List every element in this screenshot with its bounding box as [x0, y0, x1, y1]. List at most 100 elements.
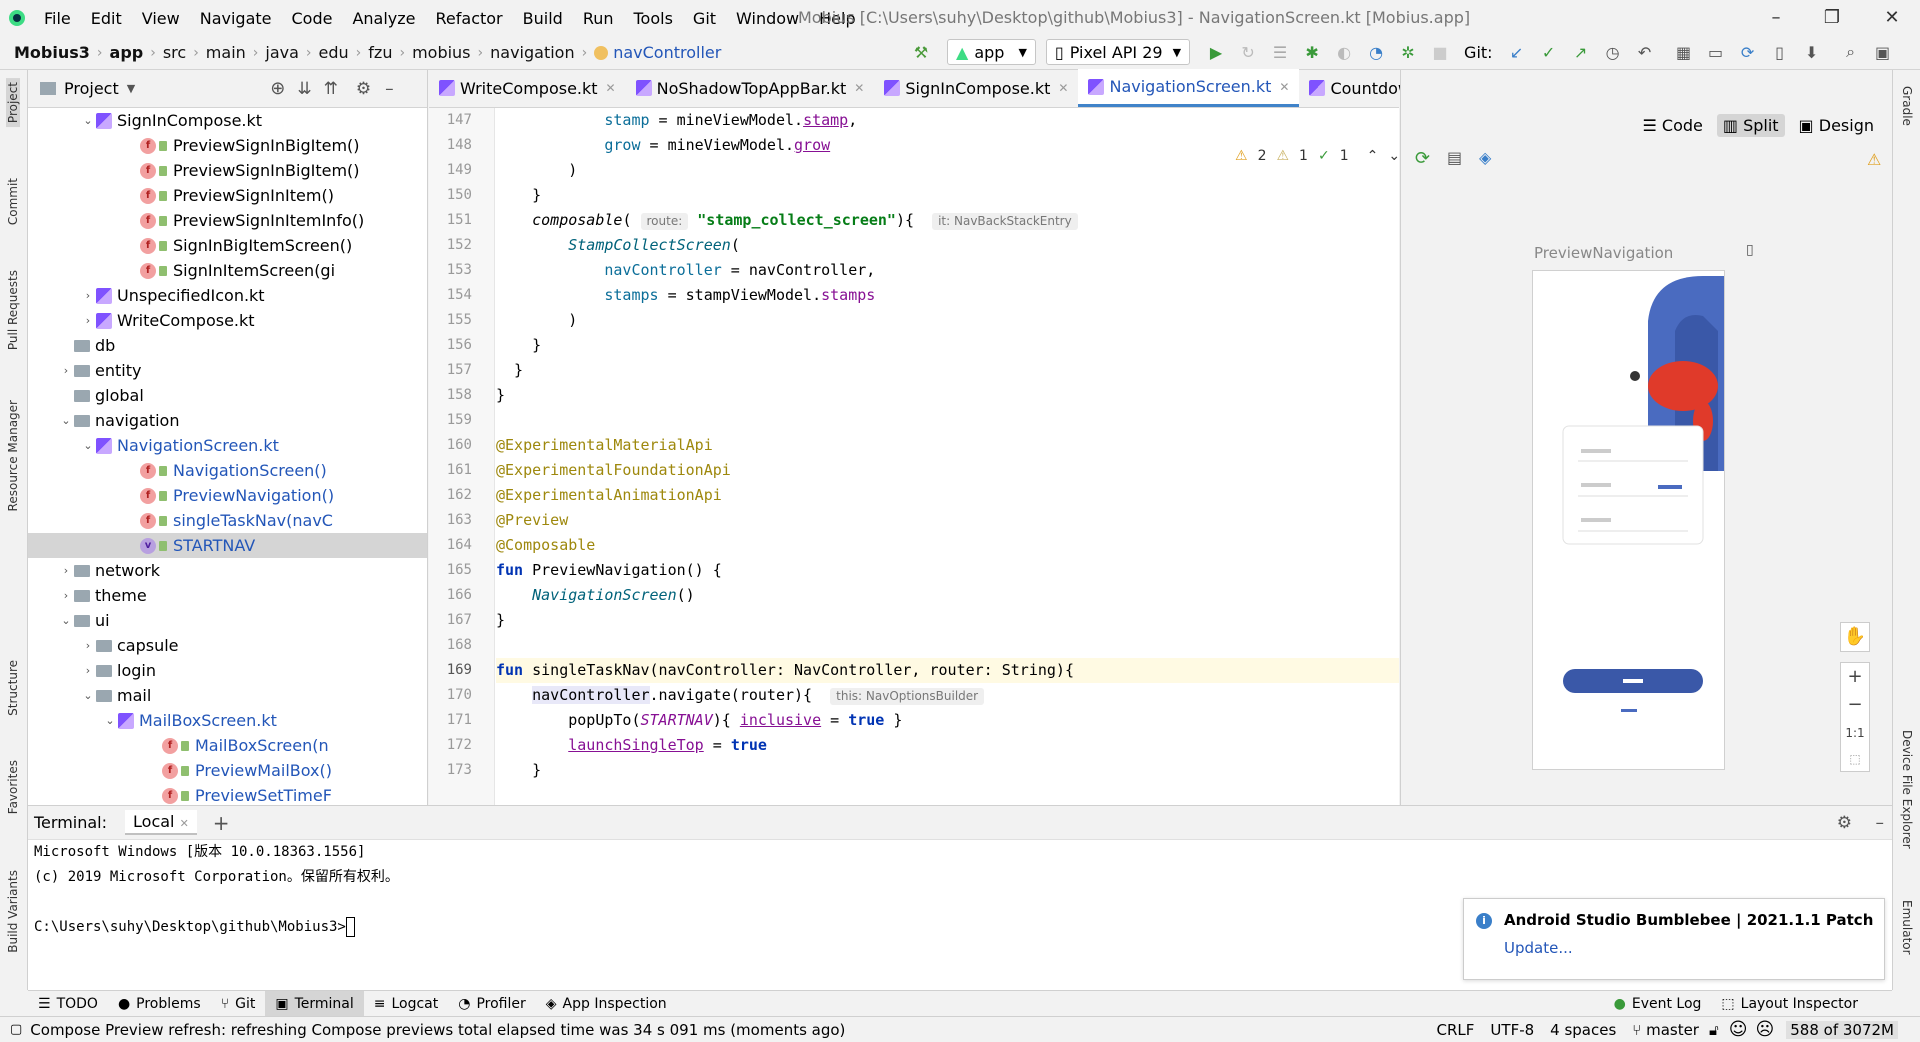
chevron-down-icon[interactable]: ⌄ [80, 439, 96, 452]
strip-favorites[interactable]: Favorites [6, 760, 20, 814]
chevron-right-icon[interactable]: › [58, 364, 74, 377]
chevron-down-icon[interactable]: ⌄ [1388, 148, 1400, 164]
tree-item[interactable]: › login [28, 658, 427, 683]
hammer-icon[interactable]: ⚒ [910, 43, 932, 62]
editor-tab[interactable]: WriteCompose.kt ✕ [429, 69, 626, 107]
chevron-down-icon[interactable]: ⌄ [80, 689, 96, 702]
chevron-right-icon[interactable]: › [58, 564, 74, 577]
tool-logcat[interactable]: ≡ Logcat [364, 991, 449, 1017]
memory-indicator[interactable]: 588 of 3072M [1786, 1020, 1898, 1039]
editor-tab[interactable]: NoShadowTopAppBar.kt ✕ [626, 69, 875, 107]
new-tab-icon[interactable]: + [213, 811, 230, 835]
attach-debugger-icon[interactable]: ✲ [1397, 43, 1419, 62]
strip-project[interactable]: Project [6, 78, 20, 128]
tree-item[interactable]: f PreviewSignInItemInfo() [28, 208, 427, 233]
tree-item[interactable]: › capsule [28, 633, 427, 658]
strip-device-file-explorer[interactable]: Device File Explorer [1900, 730, 1914, 849]
device-manager-icon[interactable]: ▯ [1769, 43, 1791, 62]
device-select[interactable]: ▯ Pixel API 29 ▼ [1045, 39, 1191, 65]
run-icon[interactable]: ▶ [1205, 43, 1227, 62]
pan-icon[interactable]: ✋ [1840, 622, 1870, 652]
menu-code[interactable]: Code [282, 9, 343, 28]
chevron-right-icon[interactable]: › [80, 314, 96, 327]
tool-profiler[interactable]: ◔ Profiler [448, 991, 536, 1017]
tree-item[interactable]: f SignInBigItemScreen() [28, 233, 427, 258]
view-mode-code[interactable]: ☰ Code [1636, 114, 1708, 137]
debug-icon[interactable]: ✱ [1301, 43, 1323, 62]
breadcrumb-item[interactable]: mobius [412, 43, 470, 62]
tree-item[interactable]: ⌄ SignInCompose.kt [28, 108, 427, 133]
update-link[interactable]: Update... [1504, 939, 1573, 957]
rollback-icon[interactable]: ↶ [1634, 43, 1656, 62]
tool-layout-inspector[interactable]: ⬚ Layout Inspector [1711, 991, 1868, 1017]
chevron-right-icon[interactable]: › [80, 289, 96, 302]
breadcrumb-item[interactable]: Mobius3 [14, 43, 90, 62]
strip-commit[interactable]: Commit [6, 178, 20, 225]
close-icon[interactable]: ✕ [1058, 81, 1068, 95]
expand-all-icon[interactable]: ⇊ [297, 79, 311, 99]
refresh-icon[interactable]: ⟳ [1415, 148, 1430, 169]
tree-item[interactable]: ⌄ ui [28, 608, 427, 633]
warning-icon[interactable]: ⚠ [1867, 150, 1881, 169]
breadcrumb-item[interactable]: fzu [368, 43, 392, 62]
menu-edit[interactable]: Edit [81, 9, 132, 28]
breadcrumb-item[interactable]: main [206, 43, 246, 62]
chevron-down-icon[interactable]: ▼ [127, 82, 135, 95]
tree-item[interactable]: f PreviewSignInBigItem() [28, 133, 427, 158]
close-icon[interactable]: ✕ [606, 81, 616, 95]
tree-item[interactable]: f NavigationScreen() [28, 458, 427, 483]
stop-icon[interactable]: ■ [1429, 43, 1451, 62]
tool-git[interactable]: ⑂ Git [211, 991, 266, 1017]
git-update-icon[interactable]: ↙ [1506, 43, 1528, 62]
layers-icon[interactable]: ◈ [1479, 148, 1491, 167]
minimize-icon[interactable]: – [1764, 6, 1788, 30]
avd-manager-icon[interactable]: ▭ [1705, 43, 1727, 62]
tree-item[interactable]: ⌄ NavigationScreen.kt [28, 433, 427, 458]
strip-resource-manager[interactable]: Resource Manager [6, 400, 20, 511]
code-area[interactable]: stamp = mineViewModel.stamp, grow = mine… [496, 108, 1399, 805]
inspection-widget[interactable]: ⚠ 2 ⚠ 1 ✓ 1 ⌃ ⌄ [1235, 148, 1400, 164]
breadcrumb-item[interactable]: edu [319, 43, 349, 62]
tree-item[interactable]: f PreviewMailBox() [28, 758, 427, 783]
file-encoding[interactable]: UTF-8 [1490, 1021, 1534, 1039]
strip-build-variants[interactable]: Build Variants [6, 870, 20, 953]
chevron-up-icon[interactable]: ⌃ [1367, 148, 1379, 164]
zoom-out-button[interactable]: − [1841, 691, 1869, 719]
chevron-down-icon[interactable]: ⌄ [58, 614, 74, 627]
chevron-right-icon[interactable]: › [80, 664, 96, 677]
terminal-tab-local[interactable]: Local ✕ [125, 810, 197, 835]
tree-item[interactable]: › network [28, 558, 427, 583]
project-structure-icon[interactable]: ▦ [1673, 43, 1695, 62]
zoom-in-button[interactable]: + [1841, 663, 1869, 691]
settings-icon[interactable]: ▣ [1872, 43, 1894, 62]
smile-icon[interactable]: ☺ [1729, 1019, 1748, 1040]
git-branch[interactable]: ⑂ master [1632, 1021, 1699, 1039]
tool-terminal[interactable]: ▣ Terminal [265, 990, 364, 1017]
menu-analyze[interactable]: Analyze [342, 9, 425, 28]
project-view-select[interactable]: Project [64, 79, 119, 98]
coverage-icon[interactable]: ◐ [1333, 43, 1355, 62]
search-icon[interactable]: ⌕ [1840, 42, 1862, 62]
close-icon[interactable]: ✕ [854, 81, 864, 95]
tree-item[interactable]: f PreviewSetTimeF [28, 783, 427, 805]
status-toggle-icon[interactable]: ▢ [10, 1022, 22, 1037]
chevron-right-icon[interactable]: › [58, 589, 74, 602]
tree-item[interactable]: f singleTaskNav(navC [28, 508, 427, 533]
line-separator[interactable]: CRLF [1437, 1021, 1475, 1039]
frown-icon[interactable]: ☹ [1755, 1019, 1774, 1040]
tree-item[interactable]: global [28, 383, 427, 408]
chevron-down-icon[interactable]: ⌄ [80, 114, 96, 127]
gear-icon[interactable]: ⚙ [1837, 813, 1852, 833]
zoom-fit-icon[interactable]: ⬚ [1841, 747, 1869, 771]
menu-build[interactable]: Build [513, 9, 573, 28]
chevron-right-icon[interactable]: › [80, 639, 96, 652]
tree-item[interactable]: f PreviewSignInBigItem() [28, 158, 427, 183]
zoom-actual-button[interactable]: 1:1 [1841, 719, 1869, 747]
editor-tab[interactable]: SignInCompose.kt ✕ [874, 69, 1078, 107]
menu-tools[interactable]: Tools [624, 9, 683, 28]
tool-todo[interactable]: ☰ TODO [28, 991, 108, 1017]
git-commit-icon[interactable]: ✓ [1538, 43, 1560, 62]
layout-icon[interactable]: ▤ [1447, 148, 1462, 167]
indent-setting[interactable]: 4 spaces [1550, 1021, 1616, 1039]
update-notification[interactable]: i Android Studio Bumblebee | 2021.1.1 Pa… [1463, 898, 1885, 980]
